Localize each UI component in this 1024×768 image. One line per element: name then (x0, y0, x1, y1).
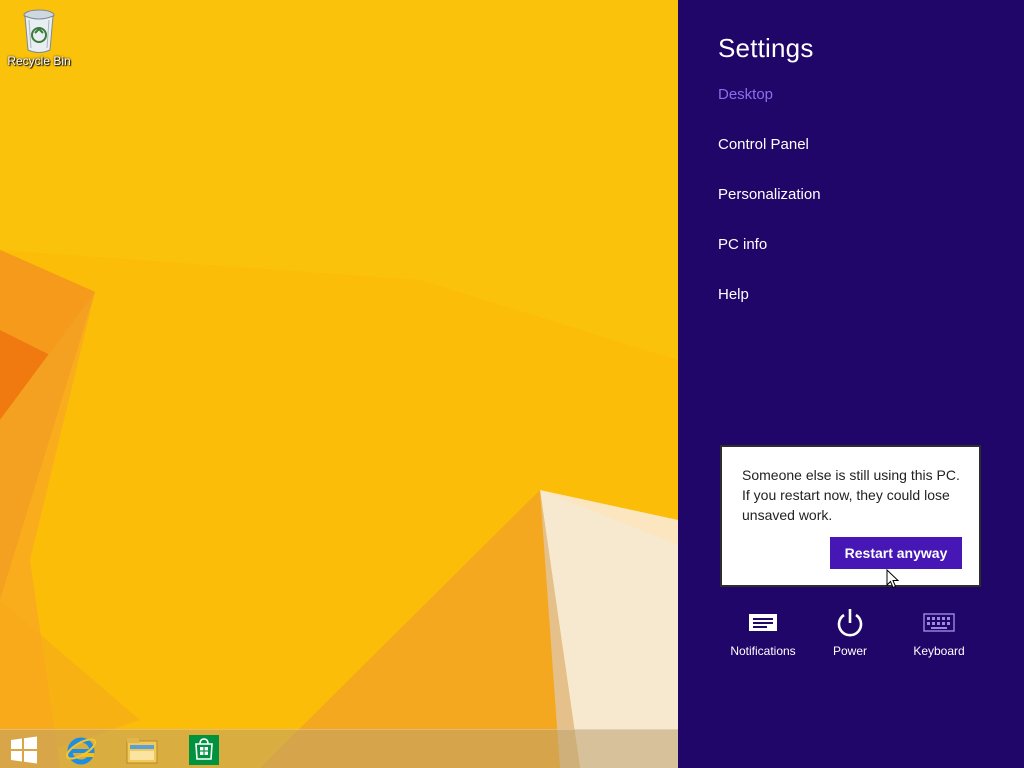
recycle-bin-icon (23, 9, 55, 53)
restart-anyway-button[interactable]: Restart anyway (830, 537, 962, 569)
keyboard-label: Keyboard (913, 644, 965, 658)
windows-start-icon (11, 736, 37, 764)
settings-context-label: Desktop (718, 86, 774, 103)
taskbar (0, 729, 678, 768)
keyboard-button[interactable]: Keyboard (894, 606, 984, 658)
keyboard-icon (923, 613, 955, 632)
file-explorer-icon (126, 738, 158, 764)
notifications-icon (749, 614, 777, 631)
power-button[interactable]: Power (805, 606, 895, 658)
start-button[interactable] (2, 732, 46, 768)
settings-title: Settings (718, 33, 814, 63)
restart-warning-flyout: Someone else is still using this PC. If … (720, 445, 981, 587)
store-icon (189, 735, 219, 765)
settings-link-help[interactable]: Help (718, 286, 749, 303)
settings-link-pc-info[interactable]: PC info (718, 236, 767, 253)
settings-link-personalization[interactable]: Personalization (718, 186, 821, 203)
wallpaper (0, 0, 678, 768)
taskbar-internet-explorer[interactable] (59, 732, 103, 768)
internet-explorer-icon (65, 737, 97, 765)
recycle-bin-label: Recycle Bin (7, 54, 71, 68)
recycle-bin[interactable]: Recycle Bin (4, 6, 74, 68)
taskbar-file-explorer[interactable] (120, 732, 164, 768)
taskbar-store[interactable] (182, 732, 226, 768)
mouse-cursor-icon (886, 569, 900, 589)
notifications-label: Notifications (730, 644, 796, 658)
power-icon (837, 609, 863, 637)
notifications-button[interactable]: Notifications (718, 606, 808, 658)
desktop: Recycle Bin (0, 0, 678, 768)
power-label: Power (832, 644, 867, 658)
settings-link-control-panel[interactable]: Control Panel (718, 136, 809, 153)
restart-warning-message: Someone else is still using this PC. If … (742, 467, 960, 523)
